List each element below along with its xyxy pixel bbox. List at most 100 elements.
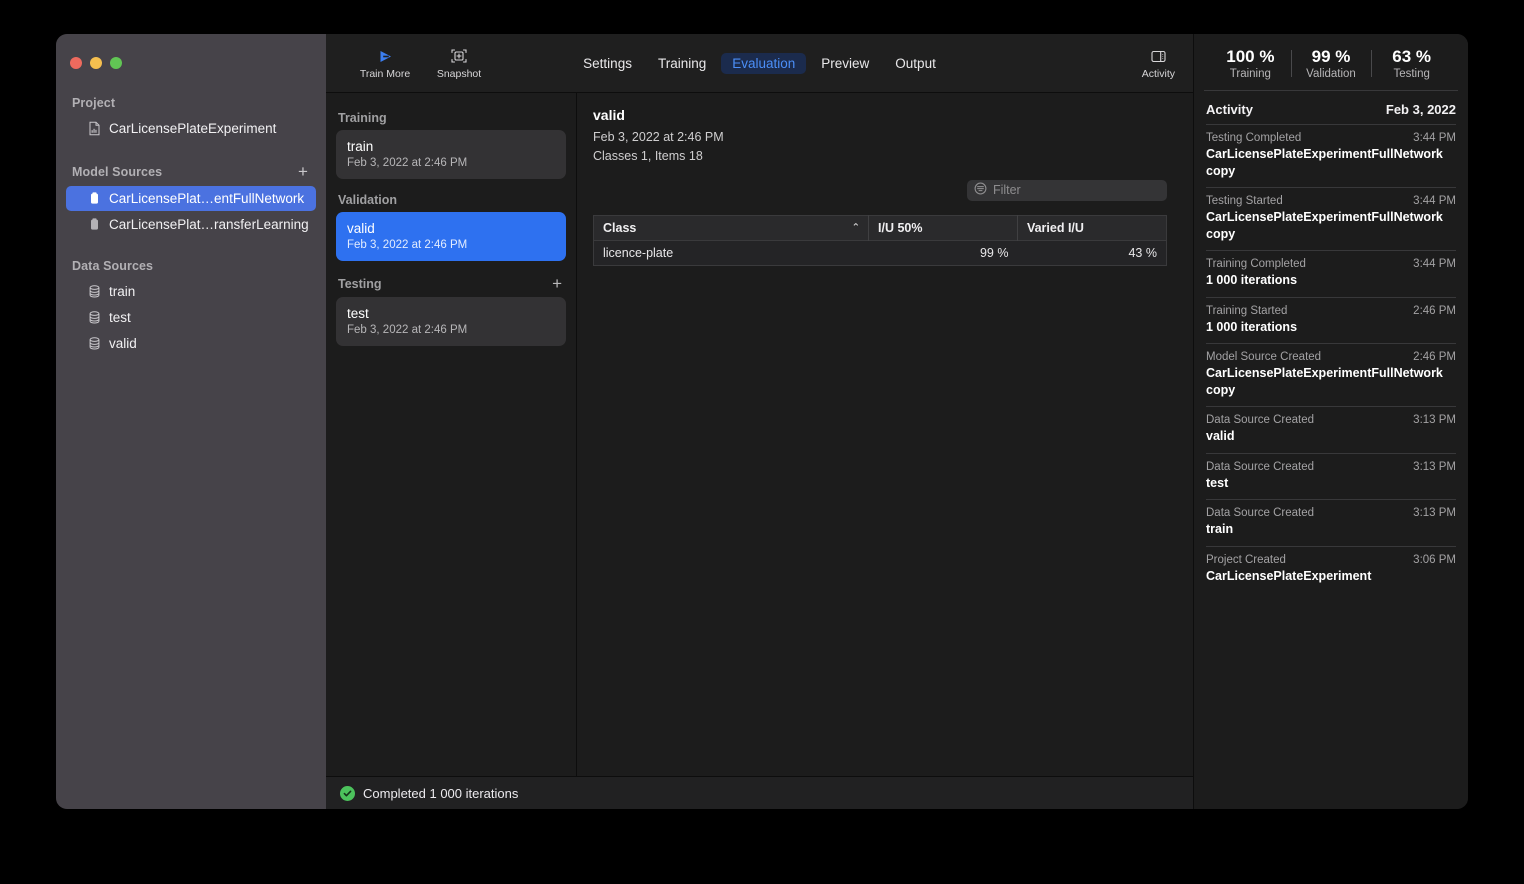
- activity-item: Testing Started3:44 PM CarLicensePlateExp…: [1206, 187, 1456, 250]
- activity-item-meta: Training Completed 3:44 PM: [1206, 258, 1456, 270]
- activity-item: Data Source Created3:13 PM valid: [1206, 406, 1456, 453]
- activity-item-meta: Data Source Created3:13 PM: [1206, 461, 1456, 473]
- evaluation-table: Class⌃ I/U 50% Varied I/U licence-plate99 …: [593, 215, 1167, 266]
- activity-item-meta: Training Started2:46 PM: [1206, 305, 1456, 317]
- stat-label: Testing: [1393, 68, 1429, 80]
- activity-label: Activity: [1142, 68, 1175, 80]
- sidebar-item-data[interactable]: train: [66, 279, 316, 304]
- activity-item: Model Source Created2:46 PMCarLicensePla…: [1206, 343, 1456, 406]
- train-more-button[interactable]: Train More: [348, 46, 422, 80]
- activity-item-kind: Testing Completed: [1206, 132, 1301, 144]
- tab-output[interactable]: Output: [884, 53, 947, 74]
- dataset-card[interactable]: validFeb 3, 2022 at 2:46 PM: [336, 212, 566, 261]
- stat-value: 63 %: [1392, 47, 1431, 67]
- detail-title: valid: [593, 107, 1167, 123]
- activity-item-kind: Training Completed: [1206, 258, 1306, 270]
- activity-header: Activity Feb 3, 2022: [1194, 91, 1468, 124]
- model-source-icon: [87, 217, 102, 232]
- dataset-card[interactable]: train Feb 3, 2022 at 2:46 PM: [336, 130, 566, 179]
- train-more-label: Train More: [360, 68, 410, 80]
- sidebar-section-header: Model Sources+: [56, 163, 326, 180]
- maximize-window-button[interactable]: [110, 57, 122, 69]
- sidebar-section-title: Project: [72, 96, 115, 110]
- activity-item-detail: 1 000 iterations: [1206, 272, 1456, 289]
- dataset-group-header: Testing+: [338, 275, 566, 292]
- activity-item: Project Created3:06 PMCarLicensePlateExp…: [1206, 546, 1456, 593]
- dataset-card[interactable]: testFeb 3, 2022 at 2:46 PM: [336, 297, 566, 346]
- tab-evaluation[interactable]: Evaluation: [721, 53, 806, 74]
- play-train-icon: [377, 46, 394, 66]
- activity-header-date: Feb 3, 2022: [1386, 102, 1456, 117]
- activity-item-time: 3:44 PM: [1413, 132, 1456, 144]
- sidebar-item-data[interactable]: valid: [66, 331, 316, 356]
- table-row[interactable]: licence-plate99 %43 %: [594, 240, 1167, 265]
- filter-input[interactable]: Filter: [967, 180, 1167, 201]
- detail-date: Feb 3, 2022 at 2:46 PM: [593, 128, 1167, 147]
- dataset-card-date: Feb 3, 2022 at 2:46 PM: [347, 157, 555, 169]
- dataset-card-name: train: [347, 139, 555, 154]
- stat-label: Training: [1230, 68, 1271, 80]
- add-model-source-button[interactable]: +: [296, 163, 310, 180]
- activity-item-time: 3:44 PM: [1413, 195, 1456, 207]
- sidebar-section-title: Data Sources: [72, 259, 153, 273]
- activity-item-kind: Model Source Created: [1206, 351, 1321, 363]
- add-testing-source-button[interactable]: +: [552, 275, 566, 292]
- status-text: Completed 1 000 iterations: [363, 786, 518, 801]
- sidebar-item-label: valid: [109, 336, 137, 351]
- sidebar-item-project[interactable]: CarLicensePlateExperiment: [66, 116, 316, 141]
- stat-validation: 99 %Validation: [1291, 47, 1372, 80]
- minimize-window-button[interactable]: [90, 57, 102, 69]
- activity-item-kind: Data Source Created: [1206, 461, 1314, 473]
- dataset-group-header: Training: [338, 111, 566, 125]
- table-column-header[interactable]: Class⌃: [594, 215, 869, 240]
- tab-settings[interactable]: Settings: [572, 53, 643, 74]
- stat-training: 100 %Training: [1210, 47, 1291, 80]
- tab-preview[interactable]: Preview: [810, 53, 880, 74]
- main-column: Train More Snapshot SettingsTrainingE: [326, 34, 1193, 809]
- content-body: TrainingtrainFeb 3, 2022 at 2:46 PMValid…: [326, 93, 1193, 776]
- activity-item-kind: Data Source Created: [1206, 414, 1314, 426]
- activity-item-detail: test: [1206, 475, 1456, 492]
- snapshot-label: Snapshot: [437, 68, 481, 80]
- evaluation-table-body: licence-plate99 %43 %: [594, 240, 1167, 265]
- activity-item-time: 3:13 PM: [1413, 507, 1456, 519]
- activity-item-time: 3:44 PM: [1413, 258, 1456, 270]
- sidebar-item-data[interactable]: test: [66, 305, 316, 330]
- sidebar-item-label: test: [109, 310, 131, 325]
- activity-item-detail: CarLicensePlateExperimentFullNetwork cop…: [1206, 365, 1456, 398]
- table-cell-iu50: 99 %: [869, 240, 1018, 265]
- tab-training[interactable]: Training: [647, 53, 717, 74]
- activity-item-detail: CarLicensePlateExperiment: [1206, 568, 1456, 585]
- sidebar-item-model[interactable]: CarLicensePlat…ransferLearning: [66, 212, 316, 237]
- activity-item-kind: Training Started: [1206, 305, 1287, 317]
- table-column-header[interactable]: Varied I/U: [1017, 215, 1166, 240]
- table-cell-class: licence-plate: [594, 240, 869, 265]
- model-source-icon: [87, 191, 102, 206]
- sidebar-section-header: Data Sources: [56, 259, 326, 273]
- dataset-card-name: test: [347, 306, 555, 321]
- stat-value: 100 %: [1226, 47, 1274, 67]
- sidebar-item-label: CarLicensePlat…ransferLearning: [109, 217, 309, 232]
- snapshot-button[interactable]: Snapshot: [422, 46, 496, 80]
- table-column-label: I/U 50%: [878, 221, 922, 235]
- close-window-button[interactable]: [70, 57, 82, 69]
- snapshot-icon: [450, 46, 468, 66]
- activity-item: Training Completed 3:44 PM 1 000 iteration…: [1206, 250, 1456, 297]
- table-cell-varied-iu: 43 %: [1017, 240, 1166, 265]
- dataset-group-title: Training: [338, 111, 387, 125]
- activity-item-meta: Data Source Created3:13 PM: [1206, 507, 1456, 519]
- activity-item-detail: CarLicensePlateExperimentFullNetwork cop…: [1206, 209, 1456, 242]
- activity-item-meta: Testing Started3:44 PM: [1206, 195, 1456, 207]
- activity-item-detail: valid: [1206, 428, 1456, 445]
- database-icon: [87, 336, 102, 351]
- sidebar-item-model[interactable]: CarLicensePlat…entFullNetwork: [66, 186, 316, 211]
- activity-toggle-button[interactable]: Activity: [1142, 46, 1175, 80]
- activity-item: Testing Completed3:44 PMCarLicensePlateE…: [1206, 124, 1456, 187]
- activity-item-time: 3:06 PM: [1413, 554, 1456, 566]
- activity-item-meta: Data Source Created3:13 PM: [1206, 414, 1456, 426]
- stat-label: Validation: [1306, 68, 1356, 80]
- evaluation-detail-panel: valid Feb 3, 2022 at 2:46 PM Classes 1, …: [577, 93, 1193, 776]
- activity-item-detail: 1 000 iterations: [1206, 319, 1456, 336]
- table-column-header[interactable]: I/U 50%: [869, 215, 1018, 240]
- status-bar: Completed 1 000 iterations: [326, 776, 1193, 809]
